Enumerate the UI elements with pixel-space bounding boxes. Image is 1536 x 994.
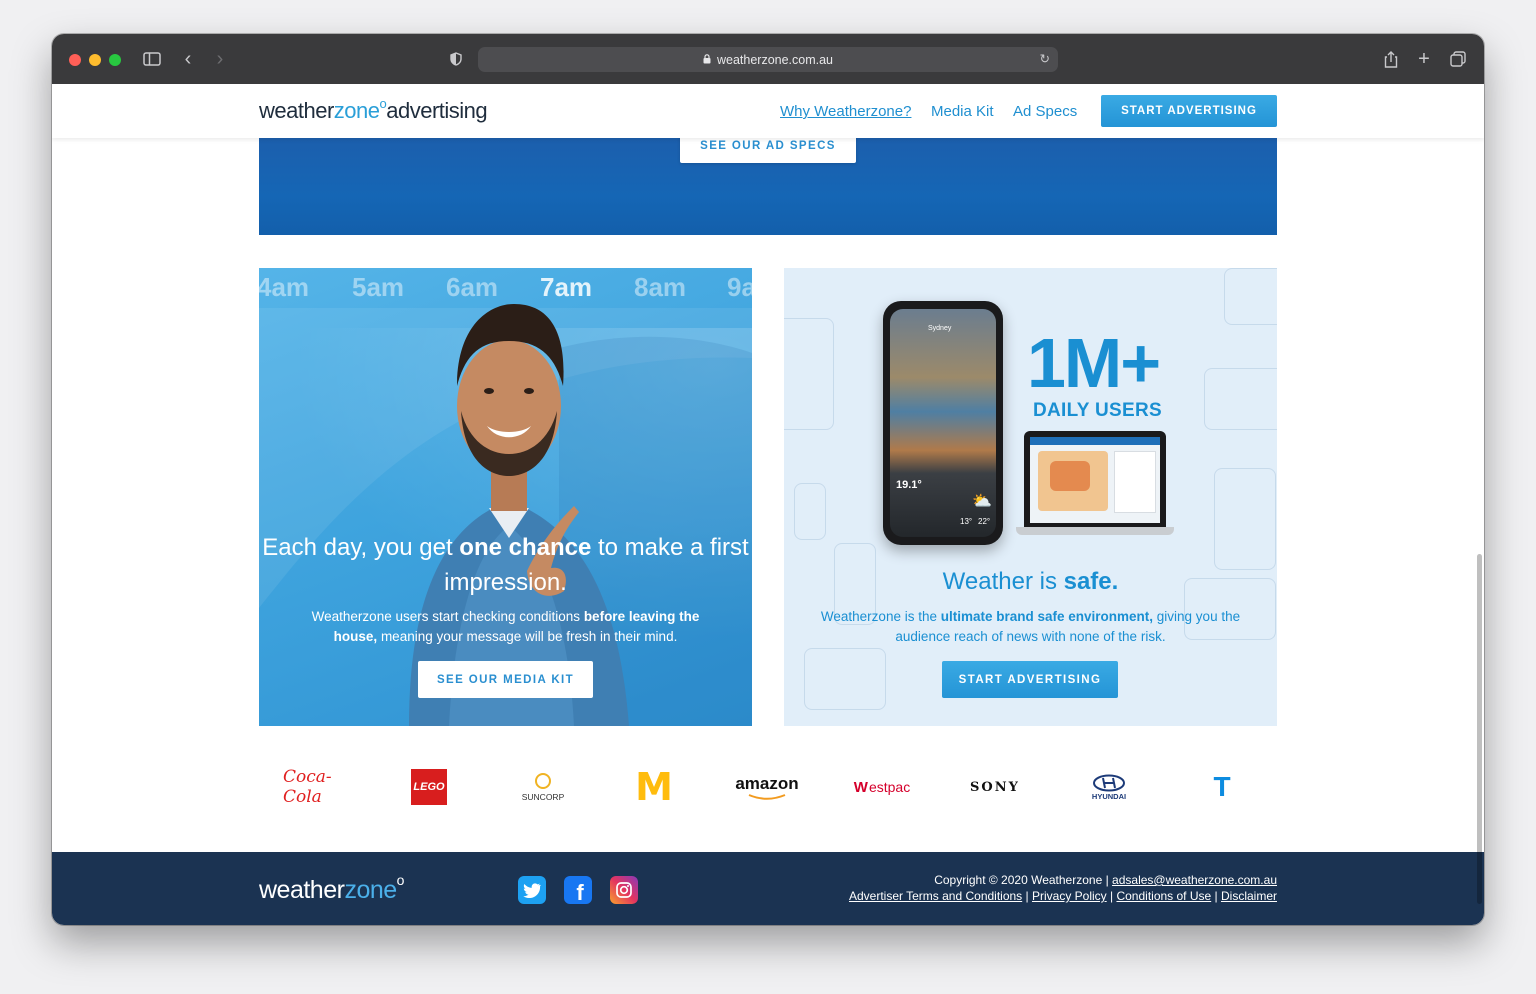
site-footer: weatherzoneo f Copyright © 2020 Weatherz… — [52, 852, 1484, 925]
start-advertising-button[interactable]: START ADVERTISING — [942, 661, 1118, 698]
browser-toolbar: ‹ › weatherzone.com.au ↻ + — [52, 34, 1484, 85]
amazon-logo: amazon — [731, 760, 803, 814]
browser-window: ‹ › weatherzone.com.au ↻ + weatherzoneoa… — [52, 34, 1484, 925]
westpac-logo: Westpac — [853, 778, 911, 796]
new-tab-icon[interactable]: + — [1414, 46, 1434, 72]
first-impression-subtext: Weatherzone users start checking conditi… — [311, 609, 700, 644]
brand-safe-promo: Sydney 19.1° 13° 22° ⛅ 1M+ DAILY USERS W… — [784, 268, 1277, 726]
minimize-window-button[interactable] — [89, 54, 101, 66]
weather-is-safe-subtext: Weatherzone is the ultimate brand safe e… — [820, 609, 1241, 644]
close-window-button[interactable] — [69, 54, 81, 66]
site-header: weatherzoneoadvertising Why Weatherzone?… — [52, 84, 1484, 138]
zoom-window-button[interactable] — [109, 54, 121, 66]
instagram-icon[interactable] — [610, 876, 638, 904]
phone-low-temp: 13° — [960, 517, 973, 526]
disclaimer-link[interactable]: Disclaimer — [1221, 889, 1277, 903]
laptop-mockup — [1016, 431, 1174, 543]
logo-advertising-text: advertising — [386, 98, 488, 123]
privacy-policy-link[interactable]: Privacy Policy — [1032, 889, 1107, 903]
first-impression-headline: Each day, you get one chance to make a f… — [262, 534, 749, 596]
footer-legal: Copyright © 2020 Weatherzone | adsales@w… — [848, 873, 1277, 903]
tab-overview-icon[interactable] — [1448, 46, 1468, 72]
site-logo[interactable]: weatherzoneoadvertising — [259, 96, 488, 124]
sales-email-link[interactable]: adsales@weatherzone.com.au — [1112, 873, 1277, 887]
first-impression-promo: 4am 5am 6am 7am 8am 9am — [259, 268, 752, 726]
time-label: 9am — [727, 272, 752, 302]
facebook-icon[interactable]: f — [564, 876, 592, 905]
privacy-shield-icon[interactable] — [446, 46, 466, 72]
conditions-of-use-link[interactable]: Conditions of Use — [1116, 889, 1211, 903]
share-icon[interactable] — [1381, 46, 1401, 72]
sony-logo: SONY — [970, 779, 1020, 795]
nav-ad-specs[interactable]: Ad Specs — [1013, 103, 1077, 120]
phone-location: Sydney — [928, 325, 952, 332]
copyright-text: Copyright © 2020 Weatherzone — [934, 873, 1103, 887]
weather-is-safe-headline: Weather is safe. — [942, 568, 1119, 595]
telstra-logo: T — [1213, 771, 1231, 802]
phone-temperature: 19.1° — [896, 479, 922, 491]
client-logos: Coca-Cola LEGO SUNCORP M amazon Westpac … — [259, 760, 1277, 814]
reload-icon[interactable]: ↻ — [1040, 51, 1050, 66]
start-advertising-header-button[interactable]: START ADVERTISING — [1101, 95, 1277, 127]
forward-icon[interactable]: › — [210, 46, 230, 72]
time-label: 4am — [259, 272, 310, 302]
twitter-icon[interactable] — [518, 876, 546, 904]
mcdonalds-logo: M — [635, 765, 673, 809]
url-text: weatherzone.com.au — [716, 52, 834, 67]
suncorp-logo: SUNCORP — [514, 760, 572, 814]
coca-cola-logo: Coca-Cola — [283, 767, 332, 807]
sidebar-toggle-icon[interactable] — [140, 46, 164, 72]
see-media-kit-button[interactable]: SEE OUR MEDIA KIT — [418, 661, 593, 698]
daily-users-caption: DAILY USERS — [1033, 400, 1162, 421]
footer-logo[interactable]: weatherzoneo — [259, 872, 404, 905]
page-scrollbar[interactable] — [1477, 554, 1482, 904]
smiling-man-photo — [409, 304, 629, 726]
lego-logo: LEGO — [409, 760, 449, 814]
lock-icon — [703, 53, 711, 67]
address-bar[interactable]: weatherzone.com.au ↻ — [478, 47, 1058, 72]
page-viewport: weatherzoneoadvertising Why Weatherzone?… — [52, 84, 1484, 925]
hyundai-logo: HYUNDAI — [1083, 760, 1135, 814]
daily-users-number: 1M+ — [1027, 324, 1161, 402]
advertiser-terms-link[interactable]: Advertiser Terms and Conditions — [849, 889, 1022, 903]
phone-high-temp: 22° — [978, 517, 991, 526]
nav-media-kit[interactable]: Media Kit — [931, 103, 994, 120]
back-icon[interactable]: ‹ — [178, 46, 198, 72]
phone-mockup: Sydney 19.1° 13° 22° ⛅ — [883, 301, 1003, 545]
sun-icon — [535, 772, 551, 789]
partly-cloudy-icon: ⛅ — [972, 493, 992, 510]
nav-why-weatherzone[interactable]: Why Weatherzone? — [780, 103, 911, 120]
time-label: 8am — [634, 272, 687, 302]
